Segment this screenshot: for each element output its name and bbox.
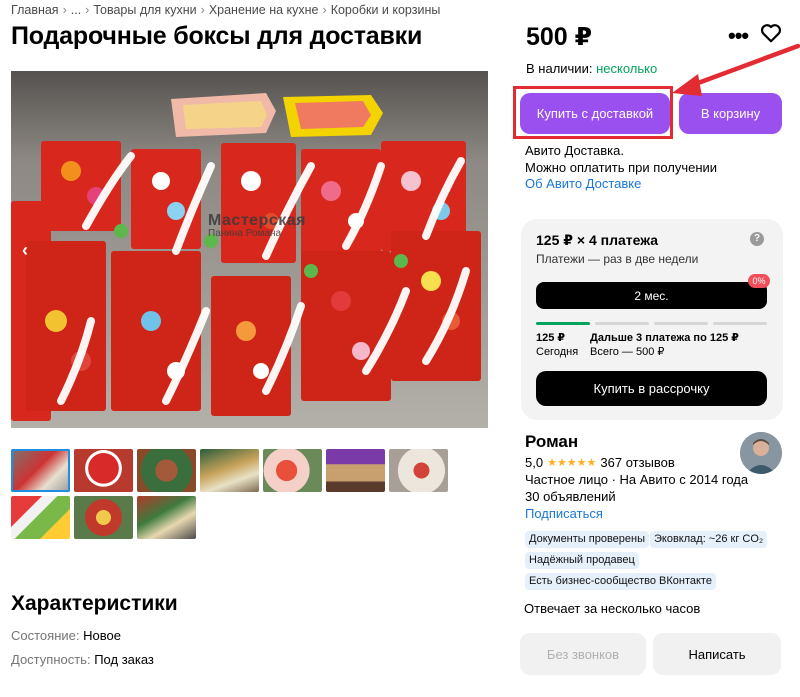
no-calls-button: Без звонков bbox=[520, 633, 646, 675]
about-delivery-link[interactable]: Об Авито Доставке bbox=[525, 176, 641, 191]
help-question-icon[interactable]: ? bbox=[750, 232, 764, 246]
characteristic-value: Под заказ bbox=[94, 652, 154, 667]
write-message-button[interactable]: Написать bbox=[653, 633, 781, 675]
thumbnail-strip bbox=[11, 449, 451, 539]
installment-subtitle: Платежи — раз в две недели bbox=[536, 252, 699, 266]
installment-progress-segment bbox=[713, 322, 767, 325]
installment-progress-segment bbox=[654, 322, 708, 325]
delivery-payment-info: Можно оплатить при получении bbox=[525, 160, 718, 175]
characteristic-value: Новое bbox=[83, 628, 121, 643]
characteristic-key: Состояние: bbox=[11, 628, 80, 643]
annotation-arrow-icon bbox=[672, 43, 800, 96]
stock-value: несколько bbox=[596, 61, 658, 76]
gallery-prev-arrow-icon[interactable]: ‹ bbox=[22, 240, 28, 261]
breadcrumb-ellipsis[interactable]: ... bbox=[71, 3, 81, 17]
breadcrumb-home[interactable]: Главная bbox=[11, 3, 59, 17]
avatar-image bbox=[740, 432, 782, 474]
reply-time: Отвечает за несколько часов bbox=[524, 601, 701, 616]
buy-installment-button[interactable]: Купить в рассрочку bbox=[536, 371, 767, 406]
seller-tag[interactable]: Есть бизнес-сообщество ВКонтакте bbox=[525, 573, 716, 590]
seller-tag[interactable]: Надёжный продавец bbox=[525, 552, 639, 569]
rating-stars-icon: ★★★★★ bbox=[547, 457, 597, 469]
seller-tag[interactable]: Эковклад: ~26 кг CO₂ bbox=[650, 531, 768, 548]
breadcrumb-separator: › bbox=[62, 3, 67, 17]
delivery-info: Авито Доставка. bbox=[525, 143, 624, 158]
characteristic-key: Доступность: bbox=[11, 652, 91, 667]
breadcrumb-separator: › bbox=[322, 3, 327, 17]
breadcrumb-separator: › bbox=[85, 3, 90, 17]
product-photo-illustration bbox=[11, 71, 488, 428]
thumbnail[interactable] bbox=[137, 496, 196, 539]
breadcrumb-kitchen-goods[interactable]: Товары для кухни bbox=[93, 3, 196, 17]
thumbnail[interactable] bbox=[11, 496, 70, 539]
characteristic-row: Состояние: Новое bbox=[11, 628, 121, 643]
first-payment-label: Сегодня bbox=[536, 346, 579, 358]
breadcrumb-kitchen-storage[interactable]: Хранение на кухне bbox=[209, 3, 319, 17]
seller-ads-count[interactable]: 30 объявлений bbox=[525, 489, 616, 504]
thumbnail[interactable] bbox=[326, 449, 385, 492]
thumbnail[interactable] bbox=[74, 496, 133, 539]
seller-type: Частное лицо · На Авито с 2014 года bbox=[525, 472, 749, 487]
main-photo[interactable] bbox=[11, 71, 488, 428]
zero-percent-badge: 0% bbox=[748, 274, 770, 288]
installment-progress-segment bbox=[595, 322, 649, 325]
seller-tag[interactable]: Документы проверены bbox=[525, 531, 650, 548]
thumbnail[interactable] bbox=[74, 449, 133, 492]
installment-period-button[interactable]: 2 мес. bbox=[536, 282, 767, 309]
stock-status: В наличии: несколько bbox=[526, 61, 657, 76]
thumbnail[interactable] bbox=[263, 449, 322, 492]
subscribe-link[interactable]: Подписаться bbox=[525, 506, 603, 521]
stock-label: В наличии: bbox=[526, 61, 593, 76]
remaining-payments-amount: Дальше 3 платежа по 125 ₽ bbox=[590, 332, 739, 344]
page-title: Подарочные боксы для доставки bbox=[11, 22, 423, 50]
characteristic-row: Доступность: Под заказ bbox=[11, 652, 154, 667]
first-payment: 125 ₽ Сегодня bbox=[536, 331, 578, 359]
seller-rating: 5,0 ★★★★★ 367 отзывов bbox=[525, 455, 675, 470]
installment-total: Всего — 500 ₽ bbox=[590, 346, 665, 358]
thumbnail[interactable] bbox=[389, 449, 448, 492]
installment-title: 125 ₽ × 4 платежа bbox=[536, 232, 659, 248]
rating-value: 5,0 bbox=[525, 455, 544, 470]
photo-watermark-sub: Панина Романа bbox=[208, 228, 282, 239]
thumbnail[interactable] bbox=[137, 449, 196, 492]
breadcrumb-separator: › bbox=[200, 3, 205, 17]
seller-name[interactable]: Роман bbox=[525, 432, 578, 452]
buy-with-delivery-button[interactable]: Купить с доставкой bbox=[520, 93, 670, 134]
characteristics-title: Характеристики bbox=[11, 592, 178, 615]
seller-avatar[interactable] bbox=[740, 432, 782, 474]
thumbnail[interactable] bbox=[200, 449, 259, 492]
installment-progress-segment bbox=[536, 322, 590, 325]
breadcrumb-boxes-baskets[interactable]: Коробки и корзины bbox=[331, 3, 441, 17]
first-payment-amount: 125 ₽ bbox=[536, 332, 566, 344]
thumbnail[interactable] bbox=[11, 449, 70, 492]
remaining-payments: Дальше 3 платежа по 125 ₽ Всего — 500 ₽ bbox=[590, 331, 739, 359]
price: 500 ₽ bbox=[526, 23, 593, 51]
breadcrumb: Главная ›... › Товары для кухни › Хранение на… bbox=[11, 3, 440, 17]
reviews-link[interactable]: 367 отзывов bbox=[600, 455, 674, 470]
